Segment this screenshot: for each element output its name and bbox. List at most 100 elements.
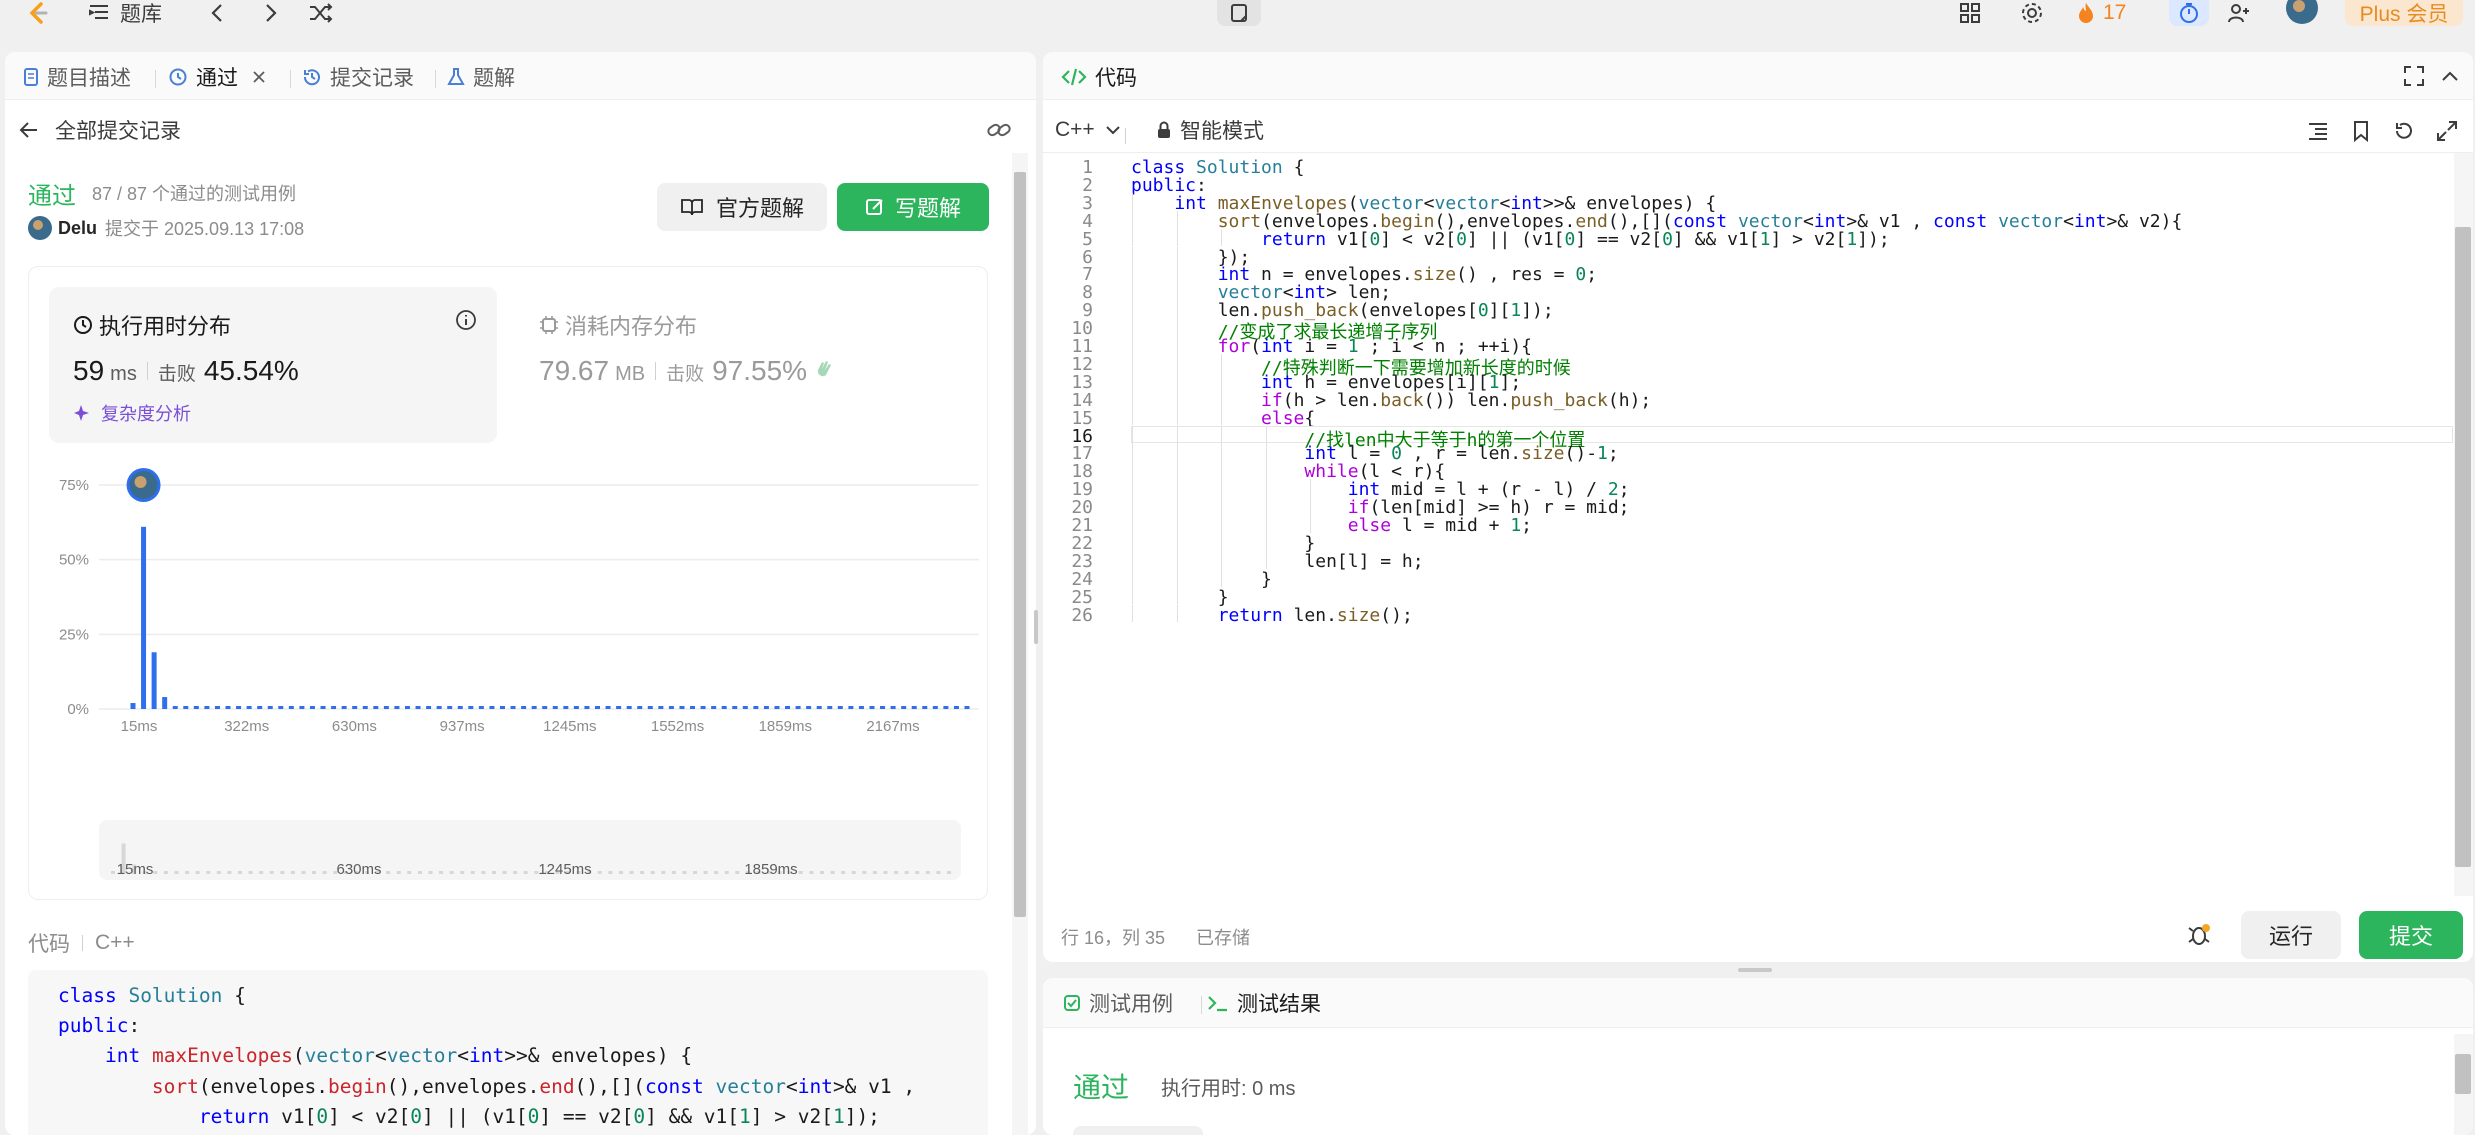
histogram-bar[interactable] — [478, 706, 484, 709]
your-submission-marker[interactable] — [126, 468, 161, 502]
minimap-chart[interactable]: 15ms 630ms 1245ms 1859ms — [99, 820, 961, 880]
histogram-bar[interactable] — [668, 706, 674, 709]
histogram-bar[interactable] — [510, 706, 516, 709]
histogram-bar[interactable] — [267, 706, 273, 709]
histogram-bar[interactable] — [531, 706, 537, 709]
histogram-bar[interactable] — [457, 706, 463, 709]
left-scrollbar-thumb[interactable] — [1014, 172, 1026, 917]
histogram-bar[interactable] — [827, 706, 833, 709]
reset-icon[interactable] — [2393, 120, 2415, 147]
run-button[interactable]: 运行 — [2241, 911, 2341, 959]
histogram-bar[interactable] — [404, 706, 410, 709]
histogram-bar[interactable] — [595, 706, 601, 709]
histogram-bar[interactable] — [732, 706, 738, 709]
histogram-bar[interactable] — [932, 706, 938, 709]
plus-membership-button[interactable]: Plus 会员 — [2345, 0, 2463, 26]
histogram-bar[interactable] — [795, 706, 801, 709]
histogram-bar[interactable] — [901, 706, 907, 709]
histogram-bar[interactable] — [278, 706, 284, 709]
histogram-bar[interactable] — [426, 706, 432, 709]
histogram-bar[interactable] — [785, 706, 791, 709]
tab-test-result[interactable]: 测试结果 — [1207, 988, 1321, 1018]
histogram-bar[interactable] — [626, 706, 632, 709]
histogram-bar[interactable] — [288, 706, 294, 709]
histogram-bar[interactable] — [214, 706, 220, 709]
histogram-bar[interactable] — [637, 706, 643, 709]
leetcode-logo-icon[interactable] — [22, 0, 52, 26]
histogram-bar[interactable] — [806, 706, 812, 709]
histogram-bar[interactable] — [584, 706, 590, 709]
histogram-bar[interactable] — [742, 706, 748, 709]
histogram-bar[interactable] — [763, 706, 769, 709]
tab-solutions[interactable]: 题解 — [447, 62, 515, 92]
histogram-bar[interactable] — [225, 706, 231, 709]
histogram-bar[interactable] — [172, 706, 178, 709]
histogram-bar[interactable] — [563, 706, 569, 709]
close-tab-icon[interactable] — [252, 70, 266, 84]
histogram-bar[interactable] — [647, 706, 653, 709]
submitted-code-block[interactable]: class Solution {public: int maxEnvelopes… — [28, 970, 988, 1135]
streak-counter[interactable]: 17 — [2077, 0, 2126, 26]
user-avatar[interactable] — [2283, 0, 2321, 26]
horizontal-splitter-handle[interactable] — [1738, 968, 1772, 972]
histogram-bar[interactable] — [816, 706, 822, 709]
histogram-bar[interactable] — [468, 706, 474, 709]
histogram-bar[interactable] — [753, 706, 759, 709]
histogram-bar[interactable] — [605, 706, 611, 709]
settings-gear-icon[interactable] — [2017, 0, 2047, 26]
official-solution-button[interactable]: 官方题解 — [657, 183, 827, 231]
add-friend-icon[interactable] — [2222, 0, 2256, 26]
smart-mode-toggle[interactable]: 智能模式 — [1156, 115, 1264, 145]
histogram-bar[interactable] — [246, 706, 252, 709]
histogram-bar[interactable] — [890, 706, 896, 709]
tab-test-cases[interactable]: 测试用例 — [1063, 988, 1173, 1018]
test-scrollbar-thumb[interactable] — [2455, 1054, 2471, 1094]
histogram-bar[interactable] — [236, 706, 242, 709]
histogram-bar[interactable] — [721, 706, 727, 709]
histogram-bar[interactable] — [953, 706, 959, 709]
timer-icon[interactable] — [2169, 0, 2209, 26]
histogram-bar[interactable] — [447, 706, 453, 709]
histogram-bar[interactable] — [193, 706, 199, 709]
bookmark-icon[interactable] — [2351, 120, 2371, 147]
submit-button[interactable]: 提交 — [2359, 911, 2463, 959]
collapse-icon[interactable] — [2439, 65, 2461, 92]
language-selector[interactable]: C++ — [1055, 115, 1121, 145]
histogram-bar[interactable] — [141, 526, 147, 709]
histogram-bar[interactable] — [573, 706, 579, 709]
next-problem-icon[interactable] — [259, 0, 283, 26]
format-icon[interactable] — [2307, 120, 2329, 147]
code-editor[interactable]: 1 class Solution {2 public: 3 int maxEnvelo… — [1043, 153, 2473, 896]
histogram-bar[interactable] — [658, 706, 664, 709]
tab-description[interactable]: 题目描述 — [23, 62, 131, 92]
histogram-bar[interactable] — [911, 706, 917, 709]
histogram-bar[interactable] — [151, 652, 157, 709]
histogram-bar[interactable] — [711, 706, 717, 709]
histogram-bar[interactable] — [320, 706, 326, 709]
fullscreen-icon[interactable] — [2403, 65, 2425, 92]
username[interactable]: Delu — [58, 218, 97, 239]
histogram-bar[interactable] — [415, 706, 421, 709]
runtime-box[interactable]: 执行用时分布 59 ms 击败 45.54% 复杂度分析 — [49, 287, 497, 443]
complexity-analysis-link[interactable]: 复杂度分析 — [73, 400, 191, 426]
histogram-bar[interactable] — [848, 706, 854, 709]
histogram-bar[interactable] — [383, 706, 389, 709]
histogram-bar[interactable] — [499, 706, 505, 709]
histogram-bar[interactable] — [616, 706, 622, 709]
info-icon[interactable] — [455, 309, 477, 336]
histogram-bar[interactable] — [943, 706, 949, 709]
histogram-bar[interactable] — [130, 703, 136, 709]
write-solution-button[interactable]: 写题解 — [837, 183, 989, 231]
histogram-bar[interactable] — [309, 706, 315, 709]
shuffle-icon[interactable] — [306, 0, 336, 26]
histogram-bar[interactable] — [869, 706, 875, 709]
runtime-distribution-chart[interactable]: 75% 50% 25% 0% 15ms 322ms 630ms 937ms 1245ms 155… — [29, 457, 987, 732]
histogram-bar[interactable] — [880, 706, 886, 709]
histogram-bar[interactable] — [436, 706, 442, 709]
code-line[interactable]: return len.size(); — [1131, 605, 1413, 626]
histogram-bar[interactable] — [162, 697, 168, 709]
histogram-bar[interactable] — [394, 706, 400, 709]
case-tab[interactable] — [1073, 1126, 1203, 1135]
histogram-bar[interactable] — [489, 706, 495, 709]
user-avatar[interactable] — [28, 216, 52, 240]
